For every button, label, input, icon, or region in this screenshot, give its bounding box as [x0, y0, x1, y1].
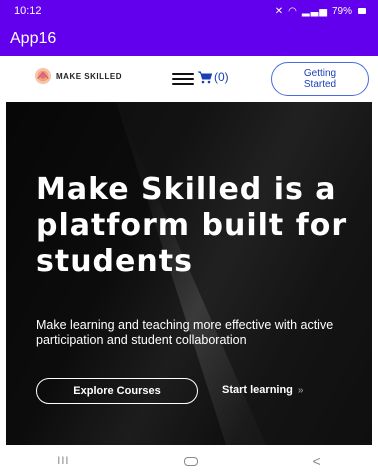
system-nav-bar: III <: [0, 450, 378, 472]
app-bar: App16: [0, 22, 378, 56]
start-learning-link[interactable]: Start learning »: [222, 384, 303, 396]
status-bar: 10:12 ✕ ◠ ▂▃▅ 79%: [0, 0, 378, 22]
brand-name: MAKE SKILLED: [56, 71, 122, 81]
back-icon[interactable]: <: [313, 453, 321, 469]
explore-courses-button[interactable]: Explore Courses: [36, 378, 198, 404]
battery-icon: [358, 8, 366, 14]
signal-icon: ▂▃▅: [301, 5, 328, 17]
getting-started-button[interactable]: Getting Started: [271, 62, 369, 96]
status-time: 10:12: [14, 5, 42, 17]
start-learning-label: Start learning: [222, 384, 293, 396]
home-icon[interactable]: [183, 456, 198, 466]
hero-subtitle: Make learning and teaching more effectiv…: [36, 318, 334, 347]
app-title: App16: [10, 30, 57, 47]
cart[interactable]: (0): [198, 70, 229, 84]
hero-section: Make Skilled is a platform built for stu…: [6, 102, 372, 445]
arrow-right-icon: »: [297, 384, 304, 396]
battery-percent: 79%: [331, 5, 352, 17]
hero-title: Make Skilled is a platform built for stu…: [36, 172, 348, 279]
wifi-icon: ◠: [288, 5, 298, 17]
brand-logo-icon: [34, 67, 52, 85]
brand[interactable]: MAKE SKILLED: [34, 67, 122, 85]
cart-icon: [198, 71, 212, 83]
cart-count: (0): [214, 70, 229, 84]
menu-icon[interactable]: [172, 71, 194, 87]
mute-icon: ✕: [274, 5, 285, 17]
recents-icon[interactable]: III: [57, 455, 69, 467]
status-icons: ✕ ◠ ▂▃▅ 79%: [275, 6, 366, 17]
site-header: MAKE SKILLED (0) Getting Started: [0, 56, 378, 102]
